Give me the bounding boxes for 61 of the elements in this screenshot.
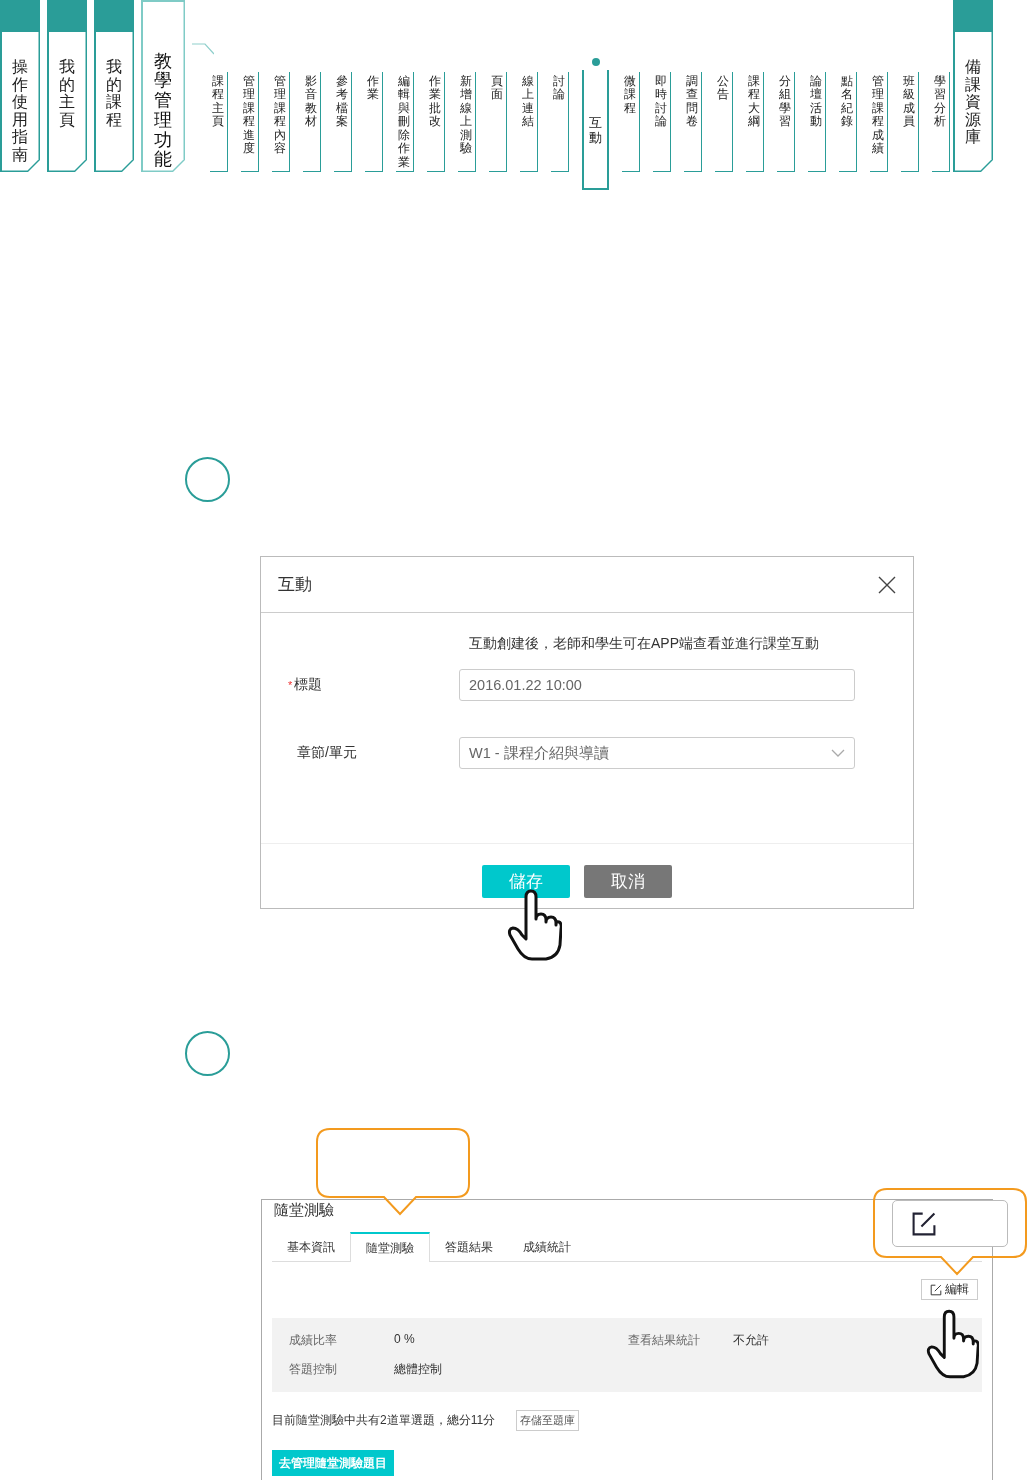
nav-item[interactable]: 頁面: [489, 72, 507, 172]
step-circle: [185, 1031, 230, 1076]
chapter-dropdown[interactable]: W1 - 課程介紹與導讀: [459, 737, 855, 769]
edit-button[interactable]: 編輯: [921, 1279, 978, 1300]
selection-dot: [592, 58, 600, 66]
step-circle: [185, 457, 230, 502]
nav-item[interactable]: 學習分析: [932, 72, 950, 172]
nav-tab[interactable]: 操作使用指南: [0, 0, 40, 172]
panel-tab[interactable]: 答題結果: [430, 1232, 508, 1262]
hand-cursor-icon: [925, 1309, 979, 1379]
nav-item[interactable]: 班級成員: [901, 72, 919, 172]
info-label: 成績比率: [289, 1332, 338, 1349]
nav-item[interactable]: 課程大綱: [746, 72, 764, 172]
dialog-title: 互動: [278, 574, 312, 596]
nav-tab[interactable]: 備課資源庫: [953, 0, 993, 172]
panel-tab[interactable]: 基本資訊: [272, 1232, 350, 1262]
nav-item[interactable]: 課程主頁: [210, 72, 228, 172]
nav-item[interactable]: 管理課程內容: [272, 72, 290, 172]
nav-item[interactable]: 管理課程成績: [870, 72, 888, 172]
nav-item[interactable]: 作業批改: [427, 72, 445, 172]
cancel-button[interactable]: 取消: [584, 865, 672, 898]
nav-item[interactable]: 即時討論: [653, 72, 671, 172]
nav-item[interactable]: 討論: [551, 72, 569, 172]
nav-item[interactable]: 線上連結: [520, 72, 538, 172]
field-label: 標題: [294, 676, 323, 694]
nav-item[interactable]: 參考檔案: [334, 72, 352, 172]
title-input[interactable]: 2016.01.22 10:00: [459, 669, 855, 701]
edit-icon: [911, 1210, 937, 1237]
nav-tab[interactable]: 我的主頁: [47, 0, 87, 172]
nav-item[interactable]: 管理課程進度: [241, 72, 259, 172]
panel-tab[interactable]: 隨堂測驗: [350, 1232, 430, 1262]
nav-item[interactable]: 公告: [715, 72, 733, 172]
nav-item[interactable]: 點名紀錄: [839, 72, 857, 172]
panel-tab[interactable]: 成績統計: [508, 1232, 586, 1262]
info-value: 0 %: [394, 1332, 416, 1348]
chevron-down-icon: [831, 748, 845, 758]
info-label: 答題控制: [289, 1361, 338, 1378]
save-to-bank-button[interactable]: 存儲至題庫: [516, 1410, 580, 1431]
edit-icon: [930, 1283, 942, 1296]
nav-item[interactable]: 互動: [582, 70, 609, 190]
nav-item[interactable]: 影音教材: [303, 72, 321, 172]
nav-item[interactable]: 作業: [365, 72, 383, 172]
nav-item[interactable]: 分組學習: [777, 72, 795, 172]
panel-title: 隨堂測驗: [273, 1200, 335, 1220]
close-icon[interactable]: [877, 574, 897, 595]
nav-tab[interactable]: 我的課程: [94, 0, 134, 172]
nav-item[interactable]: 新增線上測驗: [458, 72, 476, 172]
hand-cursor-icon: [506, 889, 562, 961]
connector-line: [192, 43, 214, 55]
nav-item[interactable]: 編輯與刪除作業: [396, 72, 414, 172]
info-label: 查看結果統計: [628, 1332, 701, 1349]
nav-item[interactable]: 調查問卷: [684, 72, 702, 172]
nav-tab[interactable]: 教學管理功能: [141, 0, 185, 172]
summary-text: 目前隨堂測驗中共有2道單選題，總分11分: [272, 1412, 496, 1429]
nav-item[interactable]: 微課程: [622, 72, 640, 172]
nav-item[interactable]: 論壇活動: [808, 72, 826, 172]
info-value: 不允許: [733, 1332, 770, 1349]
notice-text: 互動創建後，老師和學生可在APP端查看並進行課堂互動: [469, 635, 820, 653]
required-mark: *: [288, 679, 293, 691]
info-value: 總體控制: [394, 1361, 443, 1378]
field-label: 章節/單元: [297, 744, 357, 762]
